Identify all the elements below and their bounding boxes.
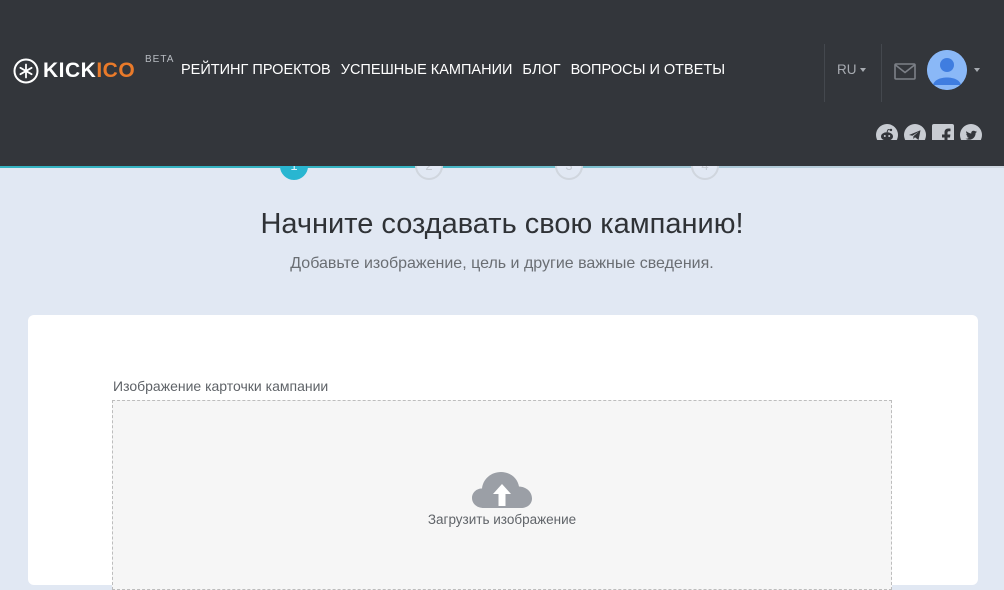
nav-project-rating[interactable]: РЕЙТИНГ ПРОЕКТОВ [181, 61, 331, 79]
beta-badge: BETA [145, 54, 175, 65]
user-avatar[interactable] [927, 50, 967, 90]
nav-blog[interactable]: БЛОГ [522, 61, 560, 79]
logo-text-ico: ICO [96, 59, 136, 82]
cloud-upload-icon[interactable] [470, 470, 534, 510]
user-avatar-icon [927, 50, 967, 90]
image-field-label: Изображение карточки кампании [113, 378, 329, 394]
logo-text-kick: KICK [43, 59, 97, 82]
upload-image-label[interactable]: Загрузить изображение [112, 512, 892, 527]
progress-line [0, 166, 1004, 168]
logo-mark-icon [13, 58, 39, 84]
nav-faq[interactable]: ВОПРОСЫ И ОТВЕТЫ [571, 61, 725, 79]
header-bottom-band [0, 140, 1004, 166]
logo-text: KICKICO [43, 58, 135, 84]
header-divider [881, 44, 882, 102]
page-subtitle: Добавьте изображение, цель и другие важн… [290, 255, 714, 272]
page-title: Начните создавать свою кампанию! [260, 208, 744, 240]
mail-icon[interactable] [894, 63, 916, 80]
language-label: RU [837, 62, 857, 77]
chevron-down-icon[interactable] [974, 68, 980, 72]
language-selector[interactable]: RU [837, 62, 866, 77]
main-nav: РЕЙТИНГ ПРОЕКТОВ УСПЕШНЫЕ КАМПАНИИ БЛОГ … [181, 61, 725, 79]
kickico-logo[interactable]: KICKICO [13, 58, 135, 84]
header-divider [824, 44, 825, 102]
chevron-down-icon [859, 67, 866, 72]
nav-successful-campaigns[interactable]: УСПЕШНЫЕ КАМПАНИИ [341, 61, 513, 79]
